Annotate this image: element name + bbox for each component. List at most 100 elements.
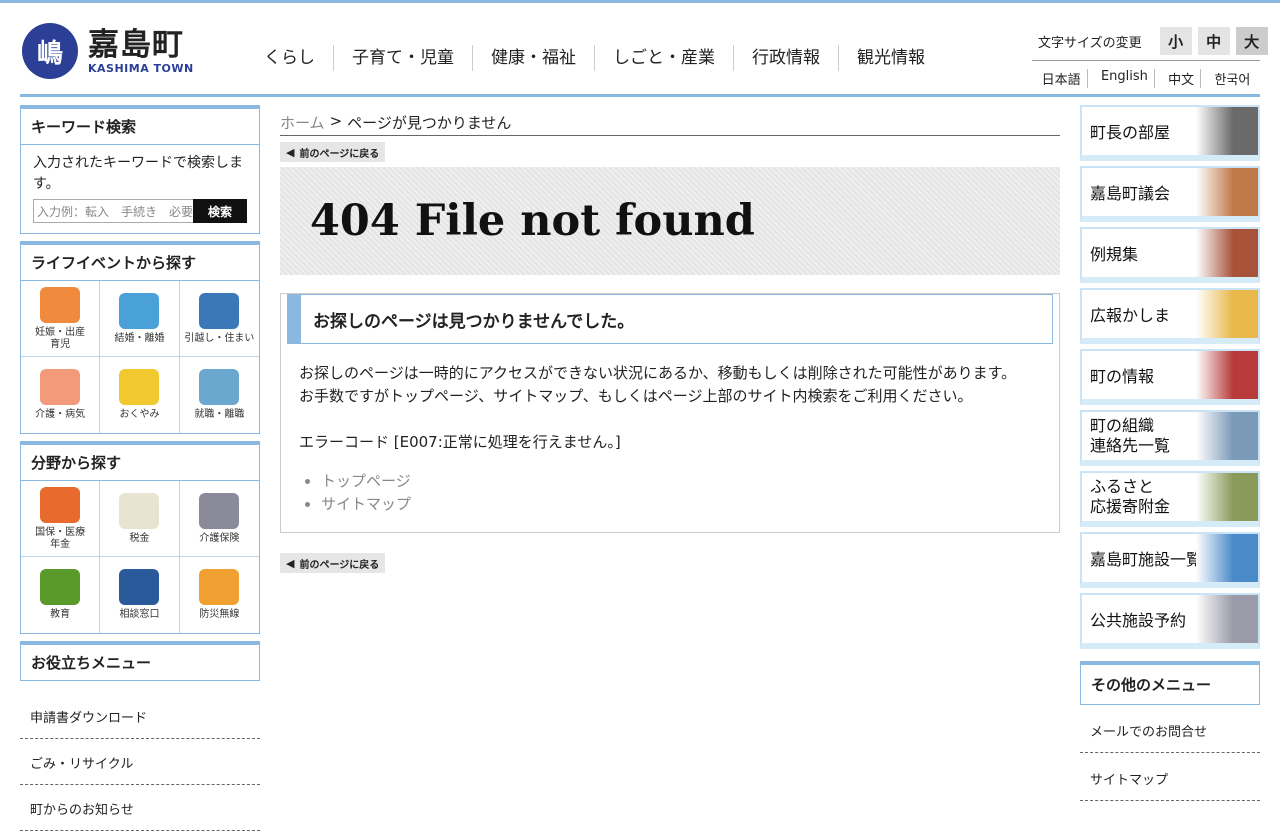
keyword-search-box: キーワード検索 入力されたキーワードで検索します。 入力例：転入 手続き 必要 … bbox=[20, 105, 260, 234]
banner-label: ふるさと 応援寄附金 bbox=[1090, 477, 1171, 516]
keyword-search-desc: 入力されたキーワードで検索します。 bbox=[33, 155, 243, 192]
banner-council[interactable]: 嘉島町議会 bbox=[1080, 166, 1260, 222]
money-envelope-icon bbox=[119, 492, 160, 529]
life-event-care[interactable]: 介護・病気 bbox=[21, 357, 101, 433]
nav-item-admin[interactable]: 行政情報 bbox=[734, 45, 839, 71]
field-disaster-radio[interactable]: 防災無線 bbox=[180, 557, 259, 633]
landscape-icon bbox=[1196, 534, 1258, 582]
lang-english[interactable]: English bbox=[1095, 69, 1155, 88]
back-arrow-icon: ◀ bbox=[286, 145, 295, 159]
nav-item-tourism[interactable]: 観光情報 bbox=[839, 45, 943, 71]
menu-item-sitemap[interactable]: サイトマップ bbox=[1080, 753, 1260, 801]
search-input[interactable]: 入力例：転入 手続き 必要 bbox=[33, 199, 193, 223]
nav-item-health[interactable]: 健康・福祉 bbox=[473, 45, 595, 71]
field-care-insurance[interactable]: 介護保険 bbox=[179, 481, 259, 557]
back-label: 前のページに戻る bbox=[299, 559, 380, 571]
field-label: 教育 bbox=[50, 609, 71, 620]
breadcrumb-current: ページが見つかりません bbox=[347, 114, 512, 132]
banner-label: 嘉島町施設一覧 bbox=[1090, 550, 1203, 569]
banner-label: 嘉島町議会 bbox=[1090, 184, 1171, 203]
breadcrumb-separator: > bbox=[329, 112, 343, 130]
insurance-book-icon bbox=[40, 486, 81, 523]
main-content: ホーム > ページが見つかりません ◀ 前のページに戻る 404 File no… bbox=[280, 105, 1060, 573]
field-tax[interactable]: 税金 bbox=[100, 481, 180, 557]
field-box: 分野から探す 国保・医療 年金 税金 介護保険 教育 相談窓口 防災無線 bbox=[20, 441, 260, 634]
field-grid: 国保・医療 年金 税金 介護保険 教育 相談窓口 防災無線 bbox=[21, 481, 259, 633]
life-event-grid: 妊娠・出産 育児 結婚・離婚 引越し・住まい 介護・病気 おくやみ 就職・離職 bbox=[21, 281, 259, 433]
banner-reservation[interactable]: 公共施設予約 bbox=[1080, 593, 1260, 649]
page-title-area: 404 File not found bbox=[280, 167, 1060, 275]
search-button[interactable]: 検索 bbox=[193, 199, 247, 223]
back-arrow-icon: ◀ bbox=[286, 556, 295, 570]
back-label: 前のページに戻る bbox=[299, 148, 380, 160]
field-consultation[interactable]: 相談窓口 bbox=[100, 557, 180, 633]
error-body: お探しのページは一時的にアクセスができない状況にあるか、移動もしくは削除された可… bbox=[281, 344, 1059, 516]
lang-korean[interactable]: 한국어 bbox=[1208, 69, 1256, 88]
logo-text: 嘉島町 KASHIMA TOWN bbox=[88, 28, 194, 75]
banner-regulations[interactable]: 例規集 bbox=[1080, 227, 1260, 283]
pregnancy-icon bbox=[40, 286, 81, 323]
briefcase-icon bbox=[199, 369, 240, 405]
banner-mayor[interactable]: 町長の部屋 bbox=[1080, 105, 1260, 161]
banner-newsletter[interactable]: 広報かしま bbox=[1080, 288, 1260, 344]
font-size-switcher: 文字サイズの変更 小 中 大 bbox=[1038, 27, 1268, 55]
nav-item-life[interactable]: くらし bbox=[246, 45, 334, 71]
field-label: 相談窓口 bbox=[119, 609, 160, 620]
life-event-label: 結婚・離婚 bbox=[114, 332, 165, 344]
life-event-employment[interactable]: 就職・離職 bbox=[180, 357, 259, 433]
error-text-2: お手数ですがトップページ、サイトマップ、もしくはページ上部のサイト内検索をご利用… bbox=[299, 387, 973, 405]
breadcrumb: ホーム > ページが見つかりません bbox=[280, 105, 1060, 136]
back-button[interactable]: ◀ 前のページに戻る bbox=[280, 142, 386, 162]
life-event-condolence[interactable]: おくやみ bbox=[100, 357, 180, 433]
speaker-icon bbox=[199, 569, 240, 605]
menu-item-forms[interactable]: 申請書ダウンロード bbox=[20, 693, 260, 739]
page-title: 404 File not found bbox=[310, 196, 755, 246]
menu-item-garbage[interactable]: ごみ・リサイクル bbox=[20, 739, 260, 785]
council-hall-icon bbox=[1196, 168, 1258, 216]
life-event-moving[interactable]: 引越し・住まい bbox=[179, 281, 259, 357]
site-logo[interactable]: 嶋 嘉島町 KASHIMA TOWN bbox=[22, 23, 194, 79]
nav-item-childcare[interactable]: 子育て・児童 bbox=[334, 45, 473, 71]
other-menu-box: その他のメニュー bbox=[1080, 661, 1260, 705]
banner-label: 公共施設予約 bbox=[1090, 611, 1187, 630]
font-size-medium-button[interactable]: 中 bbox=[1197, 27, 1230, 55]
banner-facilities[interactable]: 嘉島町施設一覧 bbox=[1080, 532, 1260, 588]
global-nav: くらし 子育て・児童 健康・福祉 しごと・産業 行政情報 観光情報 bbox=[246, 45, 943, 71]
keyword-search-row: 入力例：転入 手続き 必要 検索 bbox=[21, 199, 259, 233]
menu-item-news[interactable]: 町からのお知らせ bbox=[20, 785, 260, 831]
life-event-pregnancy[interactable]: 妊娠・出産 育児 bbox=[21, 281, 101, 357]
field-label: 介護保険 bbox=[199, 532, 240, 544]
life-event-label: 妊娠・出産 育児 bbox=[35, 326, 86, 350]
field-education[interactable]: 教育 bbox=[21, 557, 101, 633]
field-title: 分野から探す bbox=[21, 445, 259, 481]
field-label: 税金 bbox=[129, 532, 150, 544]
field-insurance[interactable]: 国保・医療 年金 bbox=[21, 481, 101, 557]
back-button-bottom[interactable]: ◀ 前のページに戻る bbox=[280, 553, 386, 573]
breadcrumb-home[interactable]: ホーム bbox=[280, 112, 325, 133]
banner-label: 町長の部屋 bbox=[1090, 123, 1171, 142]
life-event-label: 就職・離職 bbox=[194, 409, 245, 420]
link-sitemap[interactable]: サイトマップ bbox=[321, 493, 1041, 516]
font-size-label: 文字サイズの変更 bbox=[1038, 35, 1142, 51]
header-divider bbox=[20, 94, 1260, 97]
banner-label: 町の組織 連絡先一覧 bbox=[1090, 416, 1171, 455]
menu-item-mail-inquiry[interactable]: メールでのお問合せ bbox=[1080, 705, 1260, 753]
left-sidebar: キーワード検索 入力されたキーワードで検索します。 入力例：転入 手続き 必要 … bbox=[20, 105, 260, 838]
link-top-page[interactable]: トップページ bbox=[321, 470, 1041, 493]
nav-item-work[interactable]: しごと・産業 bbox=[595, 45, 734, 71]
field-label: 国保・医療 年金 bbox=[35, 526, 86, 550]
banner-town-info[interactable]: 町の情報 bbox=[1080, 349, 1260, 405]
lang-japanese[interactable]: 日本語 bbox=[1036, 69, 1088, 88]
book-pencil-icon bbox=[40, 569, 81, 605]
font-size-small-button[interactable]: 小 bbox=[1159, 27, 1192, 55]
font-size-large-button[interactable]: 大 bbox=[1235, 27, 1268, 55]
banner-organization[interactable]: 町の組織 連絡先一覧 bbox=[1080, 410, 1260, 466]
lang-chinese[interactable]: 中文 bbox=[1162, 69, 1202, 88]
life-event-marriage[interactable]: 結婚・離婚 bbox=[100, 281, 180, 357]
life-event-title: ライフイベントから探す bbox=[21, 245, 259, 281]
lotus-icon bbox=[119, 369, 160, 405]
heart-syringe-icon bbox=[40, 369, 81, 405]
banner-hometown-tax[interactable]: ふるさと 応援寄附金 bbox=[1080, 471, 1260, 527]
error-text-1: お探しのページは一時的にアクセスができない状況にあるか、移動もしくは削除された可… bbox=[299, 364, 1017, 382]
mayor-photo-icon bbox=[1196, 107, 1258, 155]
